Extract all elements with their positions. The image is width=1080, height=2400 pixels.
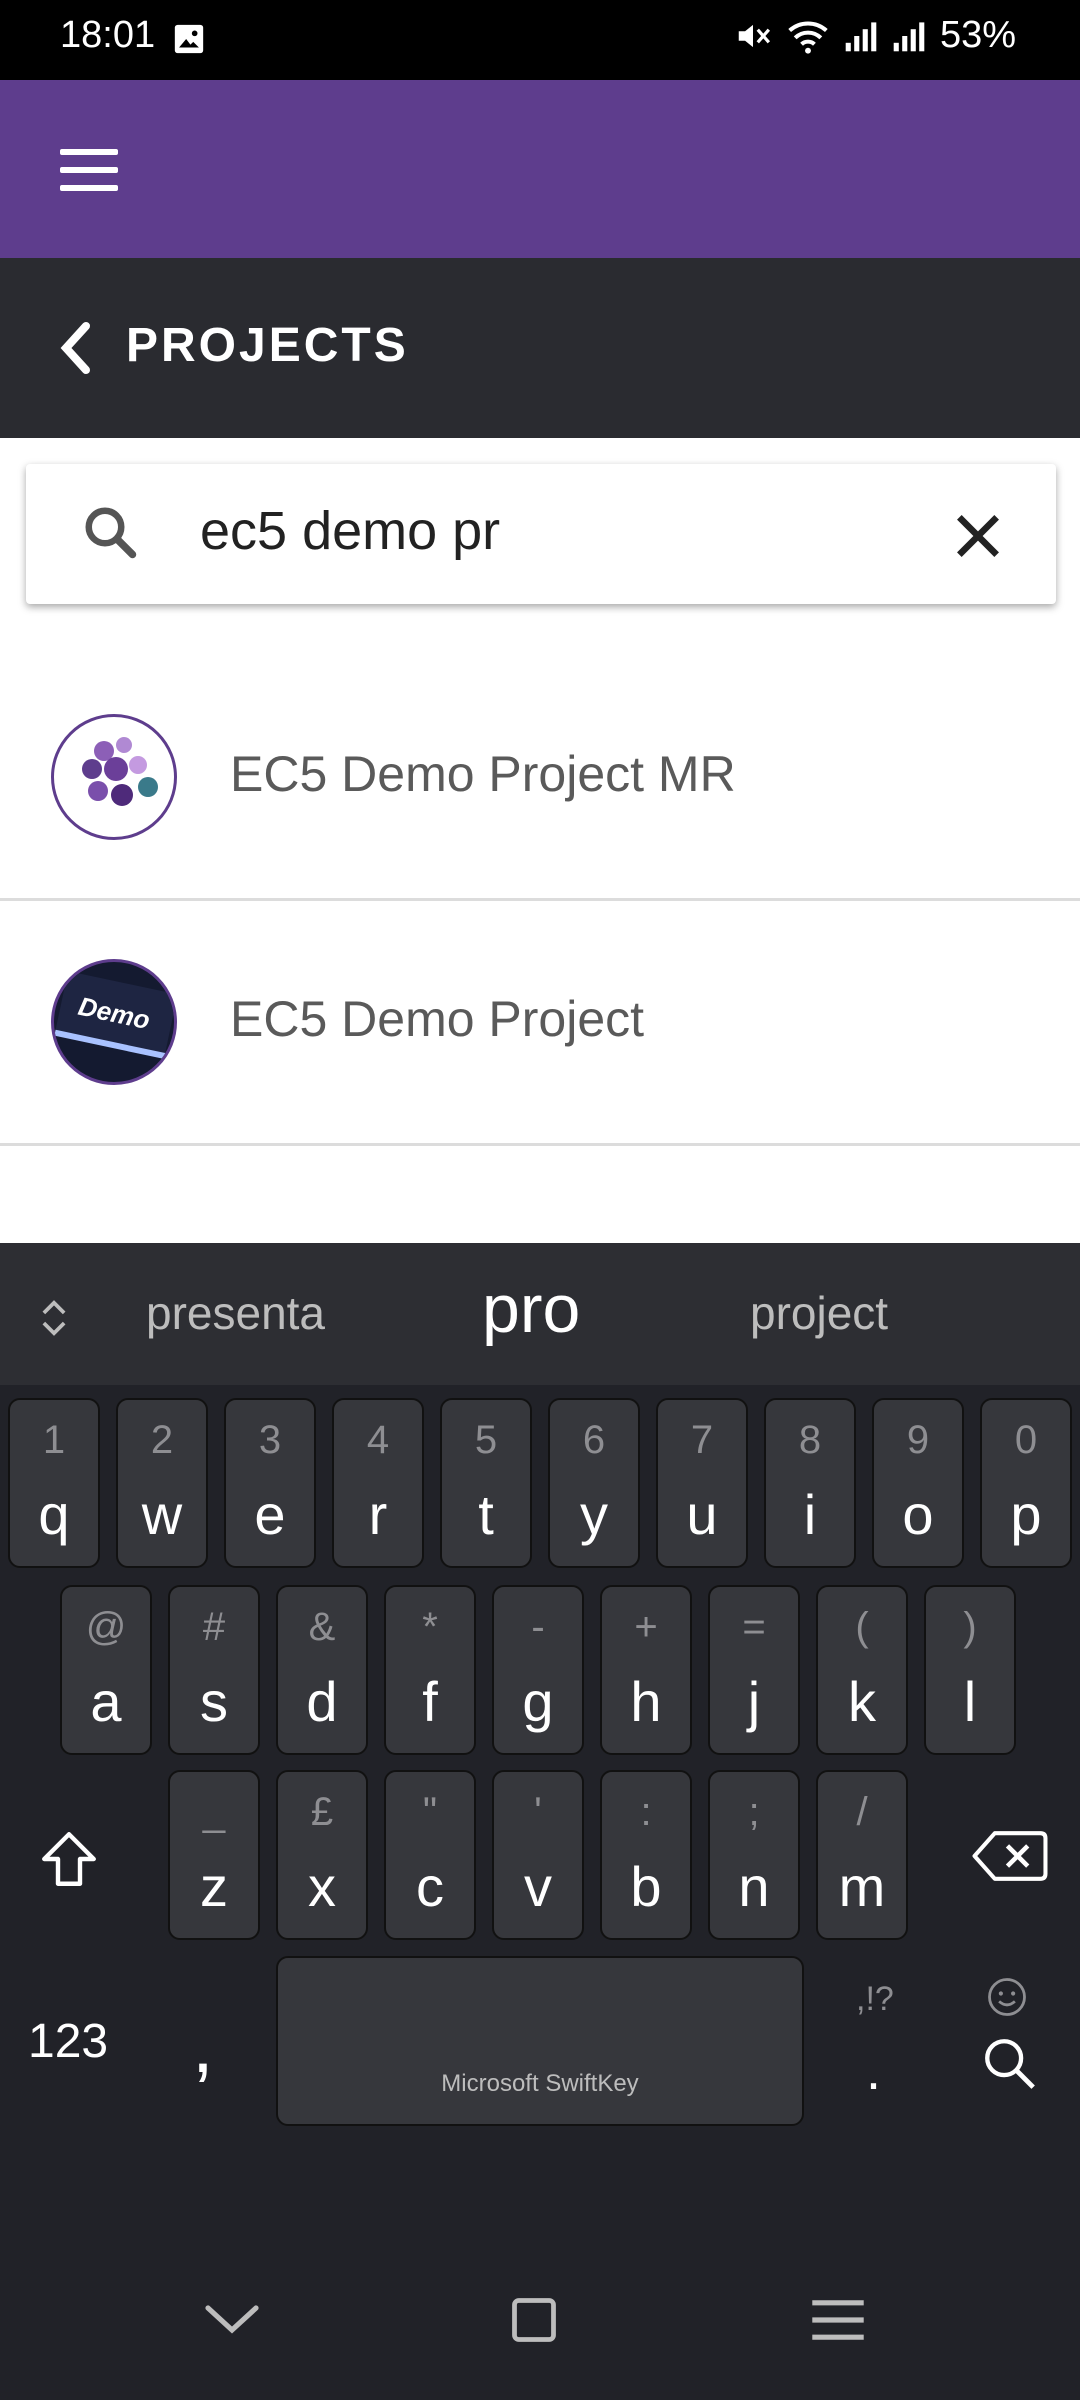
- key-k[interactable]: (k: [816, 1585, 908, 1755]
- project-logo-icon: [82, 737, 158, 806]
- key-q[interactable]: 1q: [8, 1398, 100, 1568]
- key-m[interactable]: / m: [816, 1770, 908, 1940]
- divider: [0, 1143, 1080, 1146]
- project-avatar: Demo: [51, 959, 177, 1085]
- project-name: EC5 Demo Project: [230, 991, 645, 1047]
- wifi-icon: [788, 20, 828, 54]
- search-icon: [85, 507, 137, 559]
- comma-key[interactable]: ,: [192, 2000, 214, 2091]
- punctuation-hint: ,!?: [856, 1980, 894, 2018]
- app-bar: [0, 80, 1080, 258]
- key-e[interactable]: 3e: [224, 1398, 316, 1568]
- key-t[interactable]: 5t: [440, 1398, 532, 1568]
- gallery-notification-icon: [174, 24, 204, 54]
- key-b[interactable]: :b: [600, 1770, 692, 1940]
- battery-level: 53%: [939, 14, 1016, 56]
- home-icon[interactable]: [508, 2294, 560, 2346]
- suggestion-item[interactable]: project: [750, 1286, 888, 1340]
- key-z[interactable]: _ z: [168, 1770, 260, 1940]
- hide-keyboard-icon[interactable]: [202, 2298, 262, 2338]
- key-i[interactable]: 8i: [764, 1398, 856, 1568]
- key-o[interactable]: 9o: [872, 1398, 964, 1568]
- expand-icon[interactable]: [36, 1296, 72, 1340]
- space-key-label: Microsoft SwiftKey: [441, 2070, 639, 2097]
- numbers-key[interactable]: 123: [28, 2014, 108, 2069]
- space-key[interactable]: [276, 1956, 804, 2126]
- key-x[interactable]: £ x: [276, 1770, 368, 1940]
- period-key[interactable]: .: [866, 2040, 881, 2102]
- key-n[interactable]: ; n: [708, 1770, 800, 1940]
- key-f[interactable]: * f: [384, 1585, 476, 1755]
- key-d[interactable]: & d: [276, 1585, 368, 1755]
- key-j[interactable]: = j: [708, 1585, 800, 1755]
- emoji-icon[interactable]: [986, 1976, 1028, 2018]
- backspace-icon[interactable]: [972, 1828, 1048, 1884]
- mute-icon: [738, 24, 770, 47]
- project-name: EC5 Demo Project MR: [230, 746, 736, 802]
- signal-roaming-icon: [893, 21, 925, 51]
- search-key-icon[interactable]: [980, 2034, 1038, 2092]
- suggestion-item-primary[interactable]: pro: [482, 1270, 580, 1348]
- key-h[interactable]: + h: [600, 1585, 692, 1755]
- status-icons: 53%: [734, 14, 1016, 57]
- shift-icon[interactable]: [36, 1826, 102, 1892]
- key-s[interactable]: # s: [168, 1585, 260, 1755]
- key-c[interactable]: " c: [384, 1770, 476, 1940]
- key-l[interactable]: ) l: [924, 1585, 1016, 1755]
- recents-icon[interactable]: [808, 2294, 868, 2346]
- menu-icon[interactable]: [60, 149, 118, 191]
- key-r[interactable]: 4r: [332, 1398, 424, 1568]
- key-w[interactable]: 2w: [116, 1398, 208, 1568]
- search-input[interactable]: ec5 demo pr: [200, 500, 900, 562]
- key-a[interactable]: @ a: [60, 1585, 152, 1755]
- key-g[interactable]: -g: [492, 1585, 584, 1755]
- project-avatar: [51, 714, 177, 840]
- key-v[interactable]: ' v: [492, 1770, 584, 1940]
- suggestion-item[interactable]: presenta: [146, 1286, 325, 1340]
- status-time: 18:01: [60, 14, 156, 56]
- signal-icon: [845, 21, 877, 51]
- key-y[interactable]: 6y: [548, 1398, 640, 1568]
- section-title[interactable]: PROJECTS: [126, 318, 409, 373]
- back-chevron-icon[interactable]: [56, 320, 96, 376]
- close-icon[interactable]: [950, 508, 1006, 564]
- key-p[interactable]: 0p: [980, 1398, 1072, 1568]
- key-u[interactable]: 7u: [656, 1398, 748, 1568]
